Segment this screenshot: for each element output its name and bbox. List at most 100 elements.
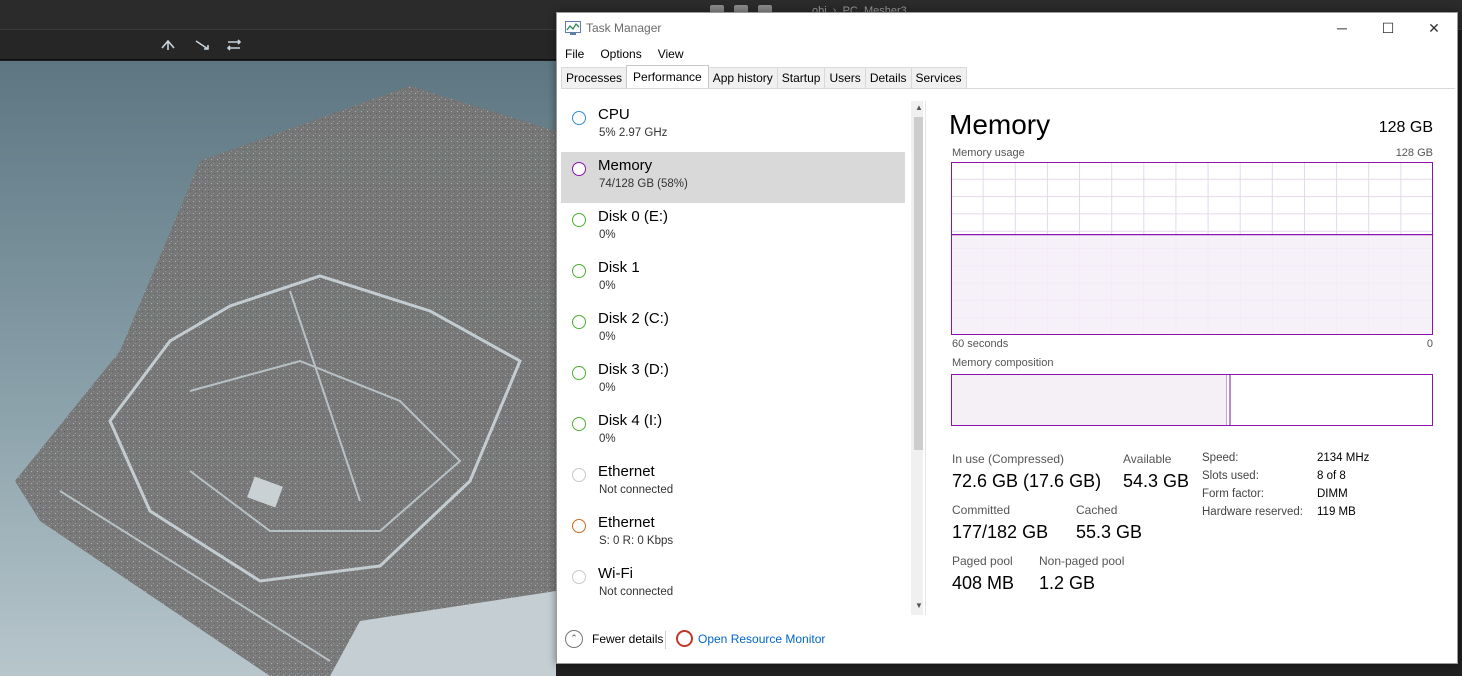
sidebar-item-sub: 5% 2.97 GHz [599, 127, 668, 139]
maximize-icon: ☐ [1381, 19, 1395, 36]
slots-used-value: 8 of 8 [1317, 470, 1346, 482]
hardware-reserved-value: 119 MB [1317, 506, 1356, 518]
menu-bar: File Options View [557, 44, 1457, 64]
sidebar-item-name: Ethernet [598, 514, 655, 531]
sidebar-item-ethernet-2[interactable]: Ethernet S: 0 R: 0 Kbps [561, 509, 905, 560]
disk-status-icon [572, 417, 586, 431]
minimize-icon: ─ [1337, 20, 1347, 36]
sidebar-item-disk-1[interactable]: Disk 1 0% [561, 254, 905, 305]
memory-usage-graph [951, 162, 1433, 335]
disk-status-icon [572, 366, 586, 380]
committed-label: Committed [952, 503, 1011, 517]
in-use-label: In use (Compressed) [952, 452, 1065, 466]
fewer-details-button[interactable]: Fewer details [592, 632, 663, 646]
tab-processes[interactable]: Processes [561, 67, 628, 88]
dolly-icon[interactable] [226, 38, 242, 52]
tumble-icon[interactable] [160, 38, 176, 52]
paged-pool-value: 408 MB [952, 573, 1015, 593]
memory-usage-label: Memory usage [952, 147, 1025, 159]
sidebar-scrollbar[interactable]: ▲ ▼ [911, 101, 923, 615]
sidebar-item-disk-0[interactable]: Disk 0 (E:) 0% [561, 203, 905, 254]
available-value: 54.3 GB [1123, 471, 1190, 491]
disk-status-icon [572, 315, 586, 329]
cached-label: Cached [1076, 503, 1118, 517]
sidebar-item-cpu[interactable]: CPU 5% 2.97 GHz [561, 101, 905, 152]
graph-time-left: 60 seconds [952, 338, 1009, 350]
chevron-up-icon[interactable]: ⌃ [565, 630, 583, 648]
3d-viewport[interactable] [0, 61, 556, 676]
sidebar-item-name: Disk 0 (E:) [598, 208, 669, 225]
tab-performance[interactable]: Performance [626, 65, 709, 88]
maximize-button[interactable]: ☐ [1365, 13, 1411, 43]
tab-services[interactable]: Services [910, 67, 967, 88]
sidebar-item-disk-4[interactable]: Disk 4 (I:) 0% [561, 407, 905, 458]
memory-total: 128 GB [1378, 119, 1433, 136]
sidebar-item-name: Disk 1 [598, 259, 640, 276]
sidebar-item-sub: 0% [599, 331, 616, 343]
form-factor-label: Form factor: [1202, 488, 1264, 500]
tab-details[interactable]: Details [864, 67, 912, 88]
menu-options[interactable]: Options [592, 44, 649, 64]
ethernet-status-icon [572, 519, 586, 533]
sidebar-item-disk-3[interactable]: Disk 3 (D:) 0% [561, 356, 905, 407]
sidebar-item-sub: Not connected [599, 586, 674, 598]
bg-bottom-strip [556, 662, 1462, 676]
sidebar-item-name: Ethernet [598, 463, 655, 480]
scrollbar-thumb[interactable] [914, 117, 923, 450]
slots-used-label: Slots used: [1202, 470, 1259, 482]
title-bar[interactable]: Task Manager ─ ☐ ✕ [557, 13, 1457, 43]
sidebar-item-wifi[interactable]: Wi-Fi Not connected [561, 560, 905, 611]
sidebar-item-name: Disk 4 (I:) [598, 412, 663, 429]
minimize-button[interactable]: ─ [1319, 13, 1365, 43]
sidebar-item-name: Memory [598, 157, 653, 174]
sidebar-item-sub: 0% [599, 229, 616, 241]
scroll-up-icon[interactable]: ▲ [913, 103, 923, 112]
menu-view[interactable]: View [650, 44, 692, 64]
sidebar-item-sub: 0% [599, 280, 616, 292]
speed-label: Speed: [1202, 452, 1239, 464]
disk-status-icon [572, 213, 586, 227]
hardware-reserved-label: Hardware reserved: [1202, 506, 1303, 518]
tab-startup[interactable]: Startup [776, 67, 826, 88]
tab-app-history[interactable]: App history [707, 67, 778, 88]
paged-pool-label: Paged pool [952, 554, 1013, 568]
tab-bar: Processes Performance App history Startu… [561, 65, 1455, 89]
memory-composition-bar [951, 374, 1433, 426]
track-icon[interactable] [194, 38, 210, 52]
menu-file[interactable]: File [557, 44, 592, 64]
in-use-value: 72.6 GB (17.6 GB) [952, 471, 1102, 491]
point-cloud-model [15, 86, 556, 676]
resource-monitor-icon[interactable] [676, 630, 693, 647]
open-resource-monitor-link[interactable]: Open Resource Monitor [698, 632, 825, 646]
task-manager-window: Task Manager ─ ☐ ✕ File Options View Pro… [556, 12, 1458, 664]
sidebar-item-name: Disk 3 (D:) [598, 361, 669, 378]
sidebar-item-memory[interactable]: Memory 74/128 GB (58%) [561, 152, 905, 203]
speed-value: 2134 MHz [1317, 452, 1370, 464]
performance-sidebar: CPU 5% 2.97 GHz Memory 74/128 GB (58%) D… [561, 101, 923, 615]
ethernet-status-icon [572, 468, 586, 482]
footer: ⌃ Fewer details Open Resource Monitor [557, 623, 1457, 663]
sidebar-item-sub: 74/128 GB (58%) [599, 178, 688, 190]
sidebar-item-sub: S: 0 R: 0 Kbps [599, 535, 674, 547]
disk-status-icon [572, 264, 586, 278]
memory-usage-fill [951, 234, 1433, 335]
composition-in-use [952, 375, 1227, 425]
scroll-down-icon[interactable]: ▼ [913, 601, 923, 610]
page-title: Memory [949, 109, 1051, 140]
sidebar-item-disk-2[interactable]: Disk 2 (C:) 0% [561, 305, 905, 356]
sidebar-item-name: Disk 2 (C:) [598, 310, 669, 327]
form-factor-value: DIMM [1317, 488, 1348, 500]
pane-divider[interactable] [925, 101, 926, 615]
sidebar-item-name: CPU [598, 106, 630, 123]
cpu-status-icon [572, 111, 586, 125]
tab-users[interactable]: Users [824, 67, 866, 88]
composition-modified [1229, 375, 1231, 425]
non-paged-pool-value: 1.2 GB [1039, 573, 1096, 593]
task-manager-icon [565, 21, 581, 35]
sidebar-item-sub: 0% [599, 433, 616, 445]
sidebar-item-ethernet-1[interactable]: Ethernet Not connected [561, 458, 905, 509]
footer-divider [665, 631, 666, 649]
memory-status-icon [572, 162, 586, 176]
memory-usage-max: 128 GB [1395, 147, 1433, 159]
close-button[interactable]: ✕ [1411, 13, 1457, 43]
